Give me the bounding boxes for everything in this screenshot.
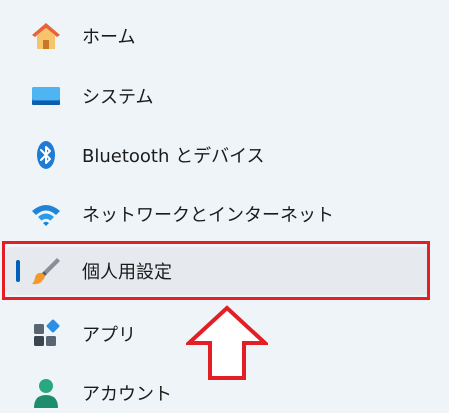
nav-item-personalization[interactable]: 個人用設定 [6,247,430,295]
home-icon [30,20,62,52]
nav-item-label: ホーム [82,27,136,48]
nav-item-label: アプリ [82,325,136,346]
nav-item-label: アカウント [82,384,172,405]
nav-item-system[interactable]: システム [6,72,430,120]
paintbrush-icon [30,255,62,287]
bluetooth-icon [30,139,62,171]
nav-item-home[interactable]: ホーム [6,12,430,60]
nav-item-label: システム [82,87,154,108]
nav-item-label: ネットワークとインターネット [82,205,334,226]
nav-item-network[interactable]: ネットワークとインターネット [6,190,430,238]
nav-item-apps[interactable]: アプリ [6,310,430,358]
apps-icon [30,318,62,350]
nav-item-label: 個人用設定 [82,262,172,283]
settings-navigation: ホーム システム Bluetooth とデバイス ネットワークとインターネット … [0,0,449,413]
nav-item-account[interactable]: アカウント [6,369,430,413]
nav-item-label: Bluetooth とデバイス [82,146,265,167]
account-icon [30,377,62,409]
selection-indicator [16,260,20,282]
system-icon [30,80,62,112]
nav-item-bluetooth[interactable]: Bluetooth とデバイス [6,131,430,179]
wifi-icon [30,198,62,230]
